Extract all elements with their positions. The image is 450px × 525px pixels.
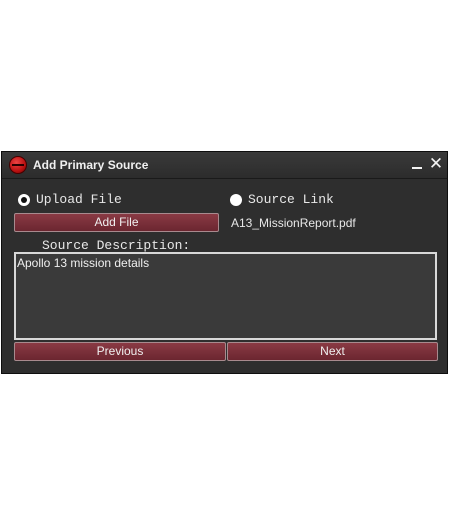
dialog-title: Add Primary Source <box>33 158 149 172</box>
add-primary-source-dialog: Add Primary Source ✕ Upload File Source … <box>1 151 448 374</box>
minimize-icon[interactable] <box>408 155 426 173</box>
source-link-radio[interactable]: Source Link <box>230 192 334 207</box>
radio-selected-icon[interactable] <box>18 193 30 206</box>
radio-unselected-icon[interactable] <box>230 193 242 206</box>
previous-button[interactable]: Previous <box>14 342 226 361</box>
app-logo-icon <box>9 156 27 174</box>
source-description-label: Source Description: <box>42 238 191 253</box>
source-link-label[interactable]: Source Link <box>248 192 334 207</box>
source-description-textarea[interactable]: Apollo 13 mission details <box>14 252 437 340</box>
title-bar[interactable]: Add Primary Source ✕ <box>2 152 447 179</box>
close-icon[interactable]: ✕ <box>427 155 445 173</box>
add-file-button[interactable]: Add File <box>14 213 219 232</box>
upload-file-label[interactable]: Upload File <box>36 192 122 207</box>
upload-file-radio[interactable]: Upload File <box>18 192 122 207</box>
next-button[interactable]: Next <box>227 342 438 361</box>
selected-file-name: A13_MissionReport.pdf <box>231 216 356 230</box>
